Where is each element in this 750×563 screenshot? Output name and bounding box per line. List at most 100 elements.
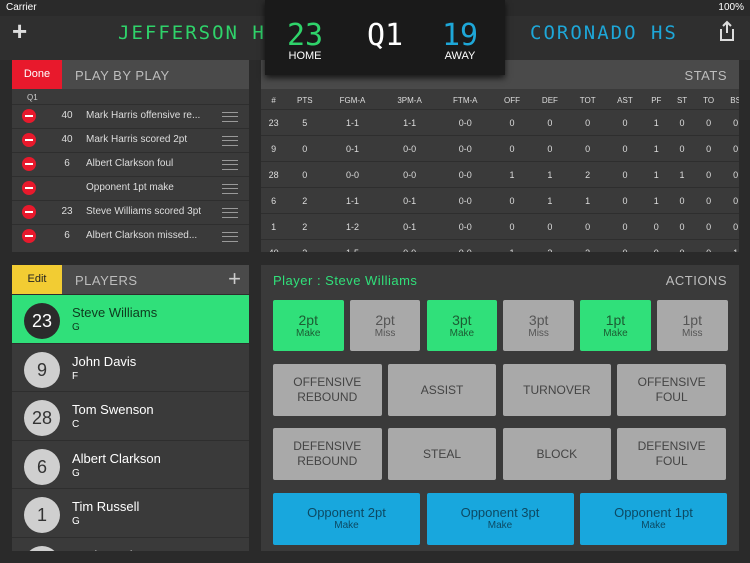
stats-cell: 2 bbox=[568, 161, 607, 188]
delete-icon[interactable] bbox=[22, 205, 36, 219]
opponent-score-button[interactable]: Opponent 2pt Make bbox=[273, 493, 420, 545]
action-button[interactable]: TURNOVER bbox=[502, 364, 612, 416]
shot-result-label: Make bbox=[603, 328, 628, 339]
action-button[interactable]: BLOCK bbox=[502, 428, 612, 480]
pbp-row[interactable]: 6 Albert Clarkson foul bbox=[12, 152, 249, 176]
stats-column-header: FTM-A bbox=[453, 95, 478, 105]
stats-cell: 0 bbox=[694, 109, 723, 136]
period-indicator: Q1 bbox=[366, 18, 404, 53]
opponent-points-label: Opponent 2pt bbox=[307, 505, 386, 520]
actions-title: ACTIONS bbox=[665, 273, 727, 288]
stats-cell: 0-0 bbox=[437, 135, 494, 162]
share-icon[interactable] bbox=[718, 20, 736, 42]
stats-cell: 0 bbox=[606, 213, 644, 240]
stats-cell: 0 bbox=[606, 161, 644, 188]
delete-icon[interactable] bbox=[22, 181, 36, 195]
stats-cell: 1 bbox=[493, 161, 531, 188]
shot-button[interactable]: 1pt Make bbox=[580, 300, 651, 351]
stats-row: 9 0 0-1 0-0 0-0 0 0 0 0 1 0 0 0 bbox=[261, 135, 739, 162]
edit-button[interactable]: Edit bbox=[12, 265, 62, 294]
play-by-play-panel: Done PLAY BY PLAY Q1 40 Mark Harris offen… bbox=[12, 60, 249, 252]
pbp-row[interactable]: 23 Steve Williams scored 3pt bbox=[12, 200, 249, 224]
player-row[interactable]: Mark Harris bbox=[12, 536, 249, 552]
action-button[interactable]: DEFENSIVE FOUL bbox=[617, 428, 726, 480]
delete-icon[interactable] bbox=[22, 157, 36, 171]
shot-button[interactable]: 2pt Miss bbox=[349, 300, 421, 351]
pbp-row[interactable]: 40 Mark Harris offensive re... bbox=[12, 104, 249, 128]
player-number-badge: 23 bbox=[24, 303, 60, 339]
stats-column-header: ST bbox=[676, 95, 688, 105]
pbp-row[interactable]: 6 Albert Clarkson missed... bbox=[12, 224, 249, 248]
reorder-handle-icon[interactable] bbox=[222, 232, 238, 242]
stats-cell: 1-5 bbox=[323, 239, 382, 252]
action-button[interactable]: OFFENSIVE FOUL bbox=[617, 364, 726, 416]
player-row[interactable]: 28 Tom Swenson C bbox=[12, 391, 249, 440]
shot-points-label: 3pt bbox=[452, 312, 472, 328]
stats-cell: 0-0 bbox=[323, 161, 382, 188]
stats-table: # PTS FGM-A 3PM-A FTM-A OFF DEF TOT AST PF ST TO BS … bbox=[261, 91, 739, 252]
delete-icon[interactable] bbox=[22, 109, 36, 123]
actions-panel: Player : Steve Williams ACTIONS 2pt Make 2… bbox=[261, 265, 739, 551]
player-name: Tim Russell bbox=[72, 499, 140, 514]
stats-cell: 0 bbox=[722, 213, 739, 240]
done-button[interactable]: Done bbox=[12, 60, 62, 89]
stats-cell: 23 bbox=[261, 109, 287, 136]
player-position: G bbox=[72, 467, 80, 479]
player-number-badge: 1 bbox=[24, 497, 60, 533]
home-score: 23 bbox=[286, 18, 324, 53]
delete-icon[interactable] bbox=[22, 229, 36, 243]
pbp-row[interactable]: Opponent 1pt make bbox=[12, 176, 249, 200]
add-player-icon[interactable]: + bbox=[228, 268, 241, 290]
opponent-score-button[interactable]: Opponent 1pt Make bbox=[580, 493, 727, 545]
player-row[interactable]: 1 Tim Russell G bbox=[12, 488, 249, 537]
stats-cell: 9 bbox=[261, 135, 287, 162]
battery-label: 100% bbox=[718, 2, 744, 13]
player-row[interactable]: 23 Steve Williams G bbox=[12, 294, 249, 343]
action-button[interactable]: OFFENSIVE REBOUND bbox=[273, 364, 382, 416]
reorder-handle-icon[interactable] bbox=[222, 160, 238, 170]
reorder-handle-icon[interactable] bbox=[222, 136, 238, 146]
shot-button[interactable]: 3pt Make bbox=[426, 300, 498, 351]
stats-row: 23 5 1-1 1-1 0-0 0 0 0 0 1 0 0 0 bbox=[261, 109, 739, 136]
opponent-result-label: Make bbox=[487, 520, 513, 531]
stats-column-header: TOT bbox=[579, 95, 596, 105]
shot-button[interactable]: 1pt Miss bbox=[657, 300, 728, 351]
player-name: Tom Swenson bbox=[72, 402, 154, 417]
player-name: Mark Harris bbox=[72, 548, 139, 552]
stats-cell: 0 bbox=[606, 187, 644, 214]
stats-row: 1 2 1-2 0-1 0-0 0 0 0 0 0 0 0 0 bbox=[261, 213, 739, 240]
add-icon[interactable]: + bbox=[12, 18, 27, 44]
stats-cell: 0 bbox=[493, 213, 531, 240]
stats-cell: 1 bbox=[643, 135, 670, 162]
pbp-player-number: 40 bbox=[61, 134, 73, 145]
delete-icon[interactable] bbox=[22, 133, 36, 147]
shot-points-label: 1pt bbox=[682, 312, 702, 328]
reorder-handle-icon[interactable] bbox=[222, 184, 238, 194]
stats-cell: 0 bbox=[286, 135, 324, 162]
players-title: PLAYERS bbox=[75, 273, 138, 288]
stats-cell: 1 bbox=[530, 161, 569, 188]
pbp-row[interactable]: 40 Mark Harris scored 2pt bbox=[12, 128, 249, 152]
shot-button[interactable]: 2pt Make bbox=[273, 300, 344, 351]
stats-cell: 0-1 bbox=[381, 187, 438, 214]
stats-header-row: # PTS FGM-A 3PM-A FTM-A OFF DEF TOT AST PF ST TO BS bbox=[261, 91, 739, 110]
stats-column-header: PTS bbox=[297, 95, 313, 105]
stats-cell: 0 bbox=[606, 109, 644, 136]
stats-cell: 1 bbox=[643, 161, 670, 188]
stats-cell: 0 bbox=[606, 135, 644, 162]
stats-row: 28 0 0-0 0-0 0-0 1 1 2 0 1 1 0 0 bbox=[261, 161, 739, 188]
stats-cell: 0 bbox=[694, 161, 723, 188]
shot-button[interactable]: 3pt Miss bbox=[503, 300, 574, 351]
action-button[interactable]: ASSIST bbox=[387, 364, 497, 416]
player-row[interactable]: 9 John Davis F bbox=[12, 342, 249, 392]
opponent-score-button[interactable]: Opponent 3pt Make bbox=[426, 493, 574, 545]
action-button[interactable]: DEFENSIVE REBOUND bbox=[273, 428, 382, 480]
player-row[interactable]: 6 Albert Clarkson G bbox=[12, 439, 249, 489]
stats-cell: 28 bbox=[261, 161, 287, 188]
player-number-badge bbox=[24, 545, 60, 551]
stats-cell: 0-0 bbox=[437, 187, 494, 214]
reorder-handle-icon[interactable] bbox=[222, 112, 238, 122]
pbp-description: Steve Williams scored 3pt bbox=[86, 206, 202, 217]
action-button[interactable]: STEAL bbox=[387, 428, 497, 480]
reorder-handle-icon[interactable] bbox=[222, 208, 238, 218]
